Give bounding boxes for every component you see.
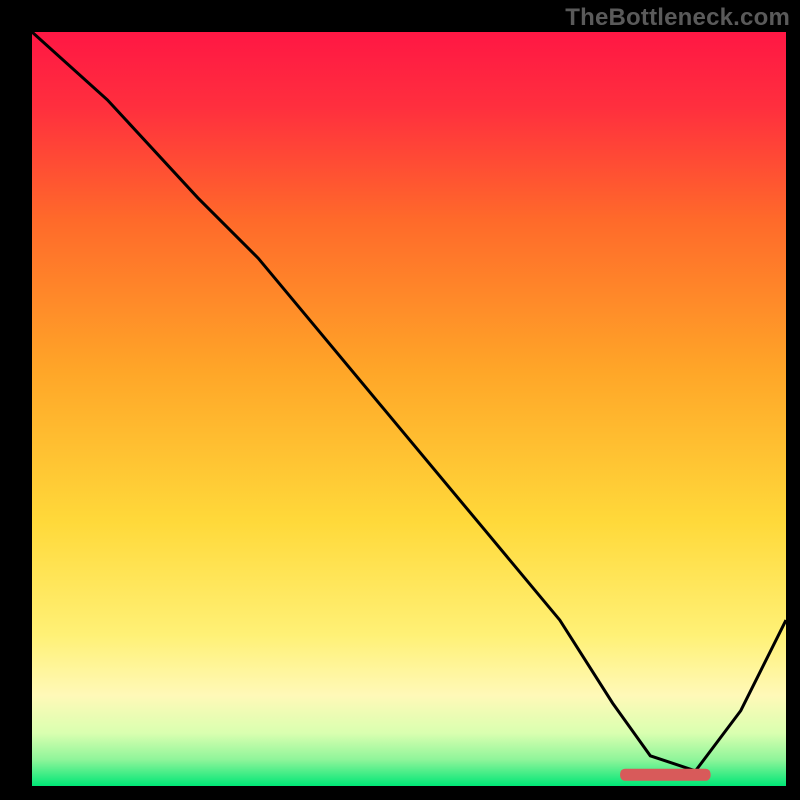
plot-area [32, 32, 786, 786]
optimum-marker [620, 769, 711, 781]
plot-svg [32, 32, 786, 786]
chart-frame: TheBottleneck.com [0, 0, 800, 800]
watermark-text: TheBottleneck.com [565, 4, 790, 32]
gradient-rect [32, 32, 786, 786]
